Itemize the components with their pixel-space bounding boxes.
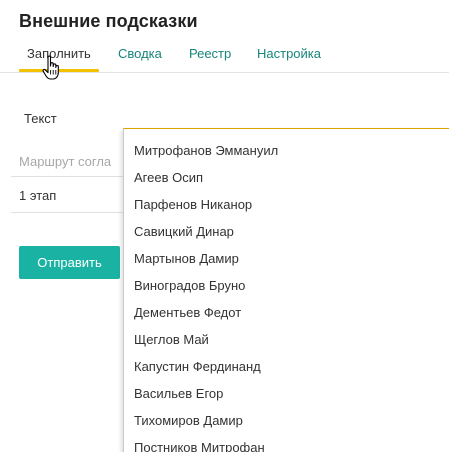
suggestion-item[interactable]: Тихомиров Дамир bbox=[124, 407, 449, 434]
suggestion-dropdown: Митрофанов Эммануил Агеев Осип Парфенов Ни… bbox=[123, 128, 449, 452]
suggestion-item[interactable]: Митрофанов Эммануил bbox=[124, 137, 449, 164]
page: Внешние подсказки Заполнить Сводка Реест… bbox=[0, 0, 449, 452]
page-title: Внешние подсказки bbox=[19, 11, 198, 31]
route-input-underline bbox=[11, 176, 126, 177]
stage-select[interactable]: 1 этап bbox=[19, 188, 56, 203]
suggestion-item[interactable]: Виноградов Бруно bbox=[124, 272, 449, 299]
hand-pointer-icon bbox=[42, 55, 59, 80]
suggestion-list: Митрофанов Эммануил Агеев Осип Парфенов Ни… bbox=[124, 137, 449, 452]
tab-registry[interactable]: Реестр bbox=[189, 46, 231, 61]
text-field-label: Текст bbox=[24, 111, 57, 126]
suggestion-item[interactable]: Парфенов Никанор bbox=[124, 191, 449, 218]
route-input[interactable]: Маршрут согла bbox=[19, 154, 111, 169]
suggestion-item[interactable]: Савицкий Динар bbox=[124, 218, 449, 245]
suggestion-item[interactable]: Васильев Егор bbox=[124, 380, 449, 407]
suggestion-item[interactable]: Щеглов Май bbox=[124, 326, 449, 353]
suggestion-item[interactable]: Агеев Осип bbox=[124, 164, 449, 191]
suggestion-item[interactable]: Дементьев Федот bbox=[124, 299, 449, 326]
tab-bar: Заполнить Сводка Реестр Настройка bbox=[0, 42, 449, 73]
suggestion-item[interactable]: Капустин Фердинанд bbox=[124, 353, 449, 380]
suggestion-item[interactable]: Мартынов Дамир bbox=[124, 245, 449, 272]
tab-settings[interactable]: Настройка bbox=[257, 46, 321, 61]
stage-select-underline bbox=[11, 212, 126, 213]
submit-button[interactable]: Отправить bbox=[19, 246, 120, 279]
suggestion-item[interactable]: Постников Митрофан bbox=[124, 434, 449, 452]
tab-summary[interactable]: Сводка bbox=[118, 46, 162, 61]
